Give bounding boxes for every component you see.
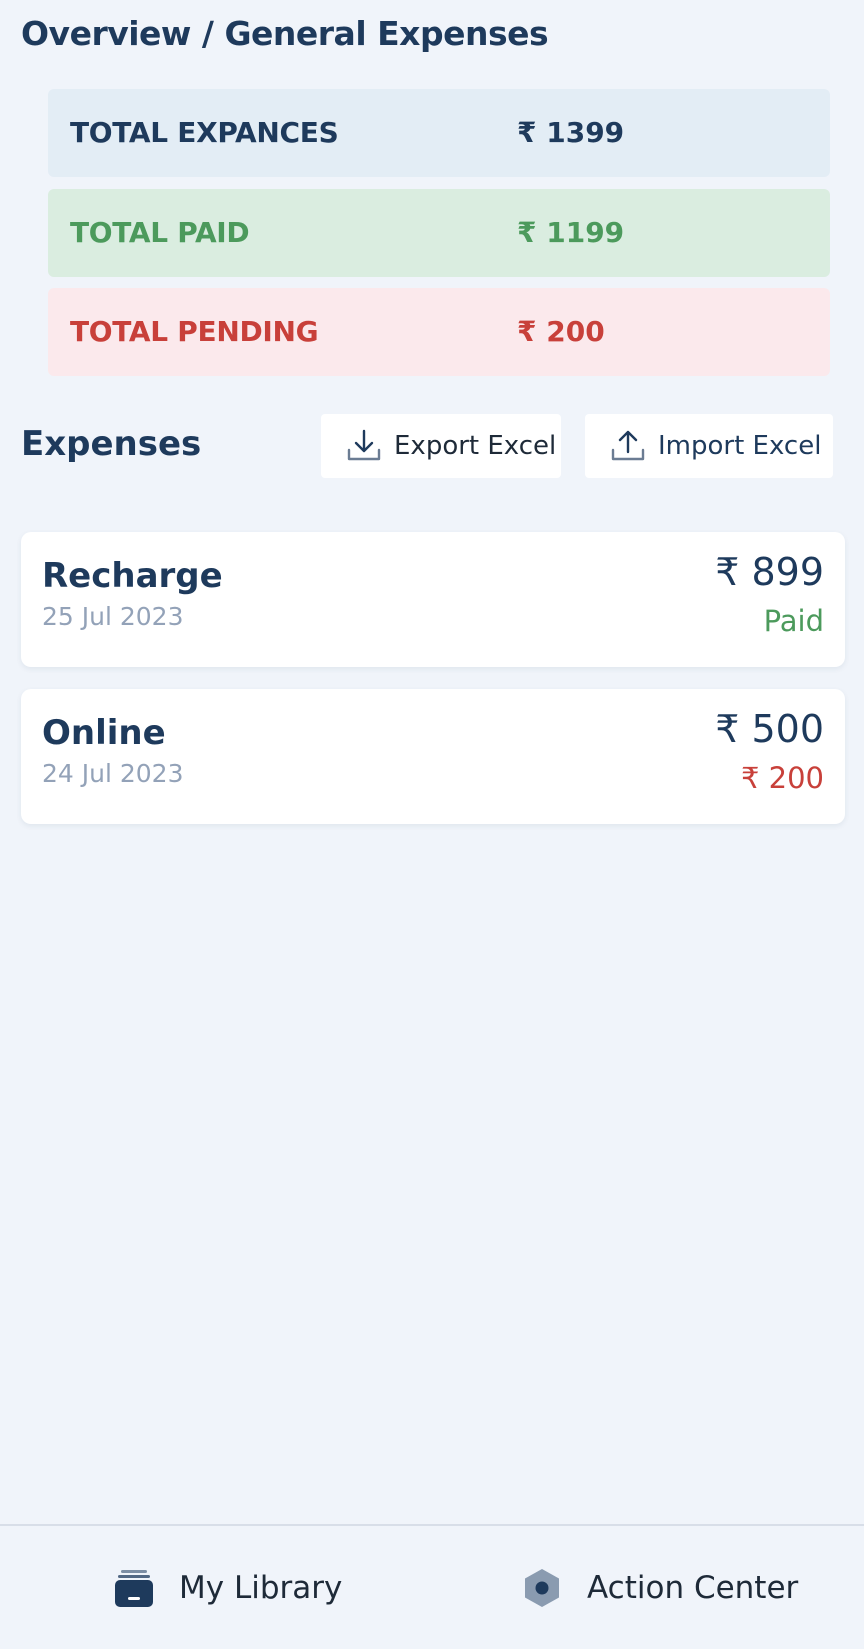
summary-total-value: ₹ 1399 — [517, 116, 625, 149]
expenses-page: Overview / General Expenses TOTAL EXPANC… — [0, 0, 864, 1649]
nav-my-library-label: My Library — [179, 1569, 343, 1606]
expense-date: 25 Jul 2023 — [42, 602, 184, 631]
expense-amount: ₹ 500 — [715, 707, 824, 751]
summary-pending-label: TOTAL PENDING — [70, 315, 319, 348]
export-excel-button[interactable]: Export Excel — [321, 414, 561, 478]
nav-action-center[interactable]: Action Center — [521, 1526, 798, 1649]
expense-pending-amount: ₹ 200 — [740, 761, 824, 795]
expenses-section-title: Expenses — [21, 424, 202, 464]
import-excel-label: Import Excel — [658, 431, 822, 461]
upload-icon — [611, 430, 645, 461]
summary-paid-value: ₹ 1199 — [517, 216, 625, 249]
bottom-navigation: My Library Action Center — [0, 1524, 864, 1649]
export-excel-label: Export Excel — [394, 431, 557, 461]
import-excel-button[interactable]: Import Excel — [585, 414, 833, 478]
library-icon — [115, 1569, 153, 1607]
nav-action-center-label: Action Center — [587, 1569, 799, 1606]
summary-total-label: TOTAL EXPANCES — [70, 116, 339, 149]
summary-total-pending: TOTAL PENDING ₹ 200 — [48, 288, 830, 376]
expense-name: Recharge — [42, 556, 223, 596]
expense-amount: ₹ 899 — [715, 550, 824, 594]
hexagon-icon — [525, 1568, 559, 1607]
summary-pending-value: ₹ 200 — [517, 315, 605, 348]
summary-paid-label: TOTAL PAID — [70, 216, 250, 249]
download-icon — [347, 429, 381, 461]
expense-name: Online — [42, 713, 166, 753]
summary-total-paid: TOTAL PAID ₹ 1199 — [48, 189, 830, 277]
expense-date: 24 Jul 2023 — [42, 759, 184, 788]
expense-card[interactable]: Online 24 Jul 2023 ₹ 500 ₹ 200 — [21, 689, 845, 824]
nav-my-library[interactable]: My Library — [113, 1526, 342, 1649]
summary-total-expenses: TOTAL EXPANCES ₹ 1399 — [48, 89, 830, 177]
page-title: Overview / General Expenses — [21, 14, 549, 53]
expense-card[interactable]: Recharge 25 Jul 2023 ₹ 899 Paid — [21, 532, 845, 667]
expense-status: Paid — [763, 604, 824, 638]
